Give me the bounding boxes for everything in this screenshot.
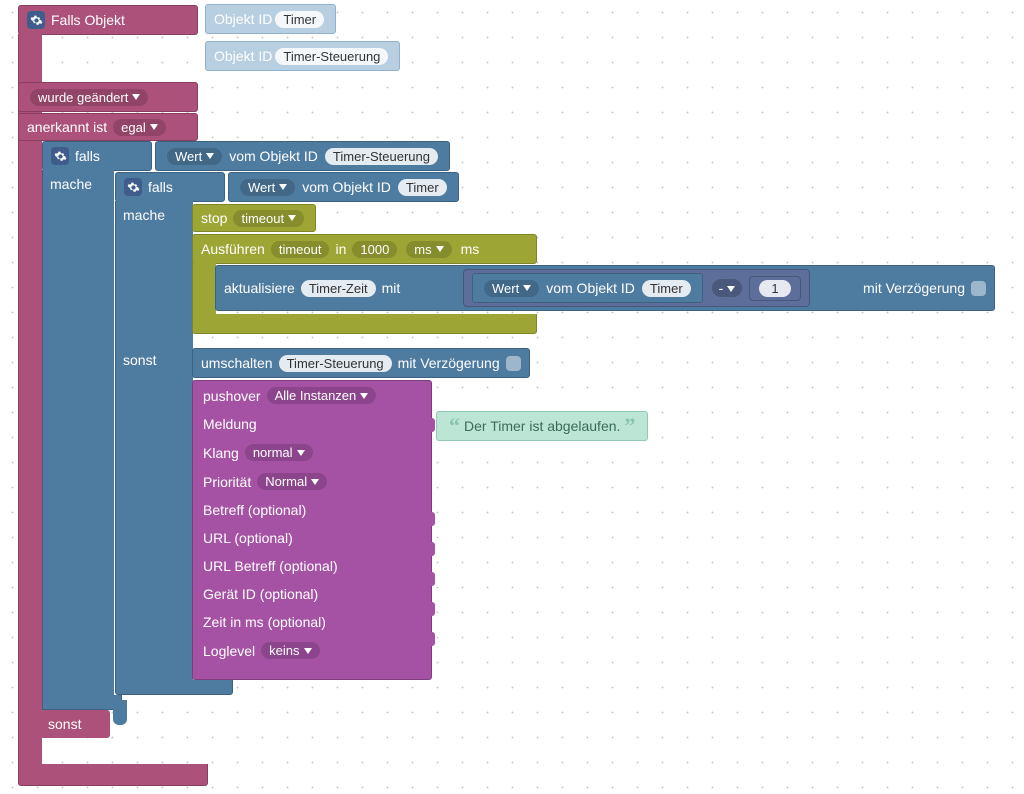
- ack-label: anerkannt ist: [27, 119, 107, 135]
- falls-objekt-label: Falls Objekt: [51, 12, 125, 28]
- pushover-row-time: Zeit in ms (optional): [193, 608, 431, 636]
- from-obj-label: vom Objekt ID: [302, 179, 391, 195]
- update-with: mit: [382, 280, 401, 296]
- outer-if-mache-label: mache: [50, 176, 92, 192]
- slot-notch: [427, 512, 435, 526]
- exec-unit-dropdown[interactable]: ms: [406, 241, 451, 258]
- gear-icon[interactable]: [27, 11, 45, 29]
- ack-dropdown[interactable]: egal: [113, 119, 166, 136]
- gear-icon[interactable]: [51, 147, 69, 165]
- sound-dropdown[interactable]: normal: [245, 444, 313, 461]
- update-src-obj[interactable]: Timer: [642, 280, 691, 297]
- delay-checkbox[interactable]: [971, 281, 986, 296]
- pushover-block[interactable]: pushover Alle Instanzen Meldung Klang no…: [192, 380, 432, 680]
- exec-unit2: ms: [461, 241, 480, 257]
- toggle-delay-label: mit Verzögerung: [398, 355, 500, 371]
- toggle-target[interactable]: Timer-Steuerung: [279, 355, 392, 372]
- objekt-id-label-1: Objekt ID: [214, 11, 272, 27]
- wert-dropdown[interactable]: Wert: [240, 179, 295, 196]
- pushover-row-sound: Klang normal: [193, 438, 431, 467]
- priority-label: Priorität: [203, 474, 251, 490]
- objekt-id-row-2[interactable]: Objekt ID Timer-Steuerung: [205, 41, 400, 71]
- inner-if-label: falls: [148, 179, 173, 195]
- from-obj-label: vom Objekt ID: [546, 280, 635, 296]
- slot-notch: [427, 542, 435, 556]
- loglevel-dropdown[interactable]: keins: [261, 642, 319, 659]
- value-of-object-block[interactable]: Wert vom Objekt ID Timer: [472, 273, 703, 303]
- toggle-verb: umschalten: [201, 355, 273, 371]
- pushover-row-instance: pushover Alle Instanzen: [193, 381, 431, 410]
- pushover-row-url-subject: URL Betreff (optional): [193, 552, 431, 580]
- pushover-row-url: URL (optional): [193, 524, 431, 552]
- exec-name[interactable]: timeout: [271, 241, 330, 258]
- slot-notch: [427, 572, 435, 586]
- delay-checkbox[interactable]: [506, 356, 521, 371]
- outer-if-condition[interactable]: Wert vom Objekt ID Timer-Steuerung: [155, 141, 450, 171]
- changed-dropdown[interactable]: wurde geändert: [30, 89, 148, 106]
- inner-if-rail: [115, 201, 193, 691]
- open-quote-icon: “: [445, 413, 464, 439]
- event-block-rail: [18, 34, 42, 765]
- priority-dropdown[interactable]: Normal: [257, 473, 327, 490]
- slot-notch: [427, 602, 435, 616]
- inner-if-footer: [115, 680, 233, 695]
- event-ack-row: anerkannt ist egal: [18, 113, 198, 141]
- string-block[interactable]: “ Der Timer ist abgelaufen. ”: [436, 411, 648, 441]
- stop-label: stop: [201, 210, 227, 226]
- number-value[interactable]: 1: [759, 280, 790, 297]
- pushover-row-message: Meldung: [193, 410, 431, 438]
- update-target[interactable]: Timer-Zeit: [301, 280, 376, 297]
- objekt-id-value-1[interactable]: Timer: [275, 11, 324, 28]
- pushover-instance-dropdown[interactable]: Alle Instanzen: [267, 387, 377, 404]
- pushover-row-loglevel: Loglevel keins: [193, 636, 431, 665]
- msg-label: Meldung: [203, 416, 257, 432]
- number-block[interactable]: 1: [749, 276, 800, 301]
- exec-in: in: [335, 241, 346, 257]
- event-changed-row: wurde geändert: [18, 82, 198, 112]
- slot-notch: [427, 632, 435, 646]
- stop-value-dropdown[interactable]: timeout: [233, 210, 304, 227]
- exec-duration[interactable]: 1000: [352, 241, 397, 258]
- pushover-row-device: Gerät ID (optional): [193, 580, 431, 608]
- update-delay-label: mit Verzögerung: [863, 280, 965, 296]
- outer-if-label: falls: [75, 148, 100, 164]
- exec-label: Ausführen: [201, 241, 265, 257]
- exec-block-body: [192, 263, 216, 315]
- outer-if-rail: [42, 170, 114, 700]
- objekt-id-row-1[interactable]: Objekt ID Timer: [205, 4, 336, 34]
- from-obj-label: vom Objekt ID: [229, 148, 318, 164]
- outer-cond-obj[interactable]: Timer-Steuerung: [325, 148, 438, 165]
- loglevel-label: Loglevel: [203, 643, 255, 659]
- pushover-label: pushover: [203, 388, 261, 404]
- update-verb: aktualisiere: [224, 280, 295, 296]
- wert-dropdown[interactable]: Wert: [484, 280, 539, 297]
- stop-block[interactable]: stop timeout: [192, 204, 316, 232]
- sound-label: Klang: [203, 445, 239, 461]
- objekt-id-value-2[interactable]: Timer-Steuerung: [275, 48, 388, 65]
- pushover-row-subject: Betreff (optional): [193, 496, 431, 524]
- objekt-id-label-2: Objekt ID: [214, 48, 272, 64]
- inner-if-mache-label: mache: [123, 207, 165, 223]
- message-text[interactable]: Der Timer ist abgelaufen.: [464, 418, 620, 434]
- inner-cond-obj[interactable]: Timer: [398, 179, 447, 196]
- pushover-row-priority: Priorität Normal: [193, 467, 431, 496]
- exec-block-header[interactable]: Ausführen timeout in 1000 ms ms: [192, 234, 537, 264]
- exec-block-footer: [192, 314, 537, 334]
- arithmetic-block[interactable]: Wert vom Objekt ID Timer - 1: [463, 269, 810, 307]
- wert-dropdown[interactable]: Wert: [167, 148, 222, 165]
- outer-if-sonst-region: [113, 700, 127, 725]
- event-block-footer: [18, 764, 208, 786]
- inner-if-header[interactable]: falls: [115, 172, 225, 202]
- inner-if-condition[interactable]: Wert vom Objekt ID Timer: [228, 172, 459, 202]
- outer-if-header[interactable]: falls: [42, 141, 152, 171]
- gear-icon[interactable]: [124, 178, 142, 196]
- op-dropdown[interactable]: -: [712, 279, 743, 297]
- close-quote-icon: ”: [620, 413, 639, 439]
- inner-if-sonst-label: sonst: [123, 352, 156, 368]
- toggle-block[interactable]: umschalten Timer-Steuerung mit Verzögeru…: [192, 348, 530, 378]
- event-sonst-label: sonst: [40, 710, 110, 738]
- outer-if-footer: [42, 695, 122, 710]
- slot-notch: [427, 418, 435, 432]
- event-block-header[interactable]: Falls Objekt: [18, 5, 198, 35]
